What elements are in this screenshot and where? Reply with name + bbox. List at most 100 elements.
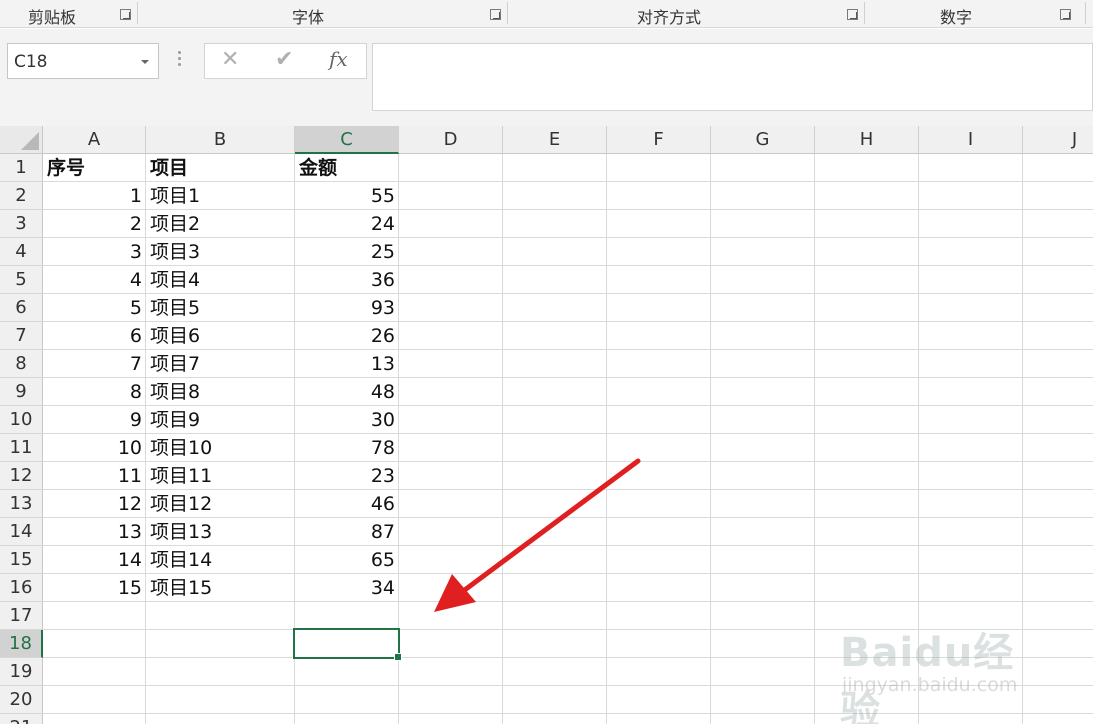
cell-item[interactable]: 项目4	[146, 266, 295, 294]
cell-seq[interactable]: 10	[43, 434, 146, 462]
cell-seq[interactable]: 3	[43, 238, 146, 266]
cell-item[interactable]: 项目7	[146, 350, 295, 378]
row-header-20[interactable]: 20	[0, 686, 43, 714]
ribbon-group-label: 对齐方式	[637, 8, 702, 27]
cell-amount[interactable]: 46	[295, 490, 399, 518]
cell-amount[interactable]: 13	[295, 350, 399, 378]
cell-item[interactable]: 项目15	[146, 574, 295, 602]
cell-header-item[interactable]: 项目	[146, 154, 295, 182]
cell-seq[interactable]: 14	[43, 546, 146, 574]
cell-item[interactable]: 项目3	[146, 238, 295, 266]
ribbon-separator	[1085, 2, 1086, 24]
column-header-i[interactable]: I	[919, 126, 1023, 154]
cell-seq[interactable]: 9	[43, 406, 146, 434]
cell-amount[interactable]: 65	[295, 546, 399, 574]
cell-seq[interactable]: 5	[43, 294, 146, 322]
row-header-19[interactable]: 19	[0, 658, 43, 686]
cell-item[interactable]: 项目12	[146, 490, 295, 518]
cell-seq[interactable]: 1	[43, 182, 146, 210]
ribbon-group-font: 字体	[138, 0, 507, 28]
cell-amount[interactable]: 34	[295, 574, 399, 602]
column-header-f[interactable]: F	[607, 126, 711, 154]
row-header-12[interactable]: 12	[0, 462, 43, 490]
cell-header-seq[interactable]: 序号	[43, 154, 146, 182]
column-header-h[interactable]: H	[815, 126, 919, 154]
cancel-icon[interactable]: ✕	[221, 47, 239, 72]
cell-seq[interactable]: 6	[43, 322, 146, 350]
row-header-3[interactable]: 3	[0, 210, 43, 238]
cell-item[interactable]: 项目5	[146, 294, 295, 322]
row-header-16[interactable]: 16	[0, 574, 43, 602]
cell-item[interactable]: 项目11	[146, 462, 295, 490]
cell-seq[interactable]: 8	[43, 378, 146, 406]
row-header-11[interactable]: 11	[0, 434, 43, 462]
cell-amount[interactable]: 24	[295, 210, 399, 238]
row-header-18[interactable]: 18	[0, 630, 43, 658]
formula-input[interactable]	[372, 43, 1093, 111]
row-header-5[interactable]: 5	[0, 266, 43, 294]
name-box[interactable]: C18	[7, 43, 159, 79]
cell-item[interactable]: 项目8	[146, 378, 295, 406]
grip-dots-icon[interactable]	[178, 51, 182, 71]
cell-seq[interactable]: 12	[43, 490, 146, 518]
column-header-g[interactable]: G	[711, 126, 815, 154]
row-header-1[interactable]: 1	[0, 154, 43, 182]
row-header-8[interactable]: 8	[0, 350, 43, 378]
cell-seq[interactable]: 4	[43, 266, 146, 294]
column-header-j[interactable]: J	[1023, 126, 1093, 154]
cell-item[interactable]: 项目1	[146, 182, 295, 210]
column-header-c[interactable]: C	[295, 126, 399, 154]
insert-function-icon[interactable]: fx	[329, 47, 348, 71]
cell-amount[interactable]: 87	[295, 518, 399, 546]
select-all-button[interactable]	[0, 126, 43, 154]
chevron-down-icon[interactable]	[141, 60, 149, 64]
dialog-launcher-icon[interactable]	[120, 9, 131, 20]
cell-seq[interactable]: 2	[43, 210, 146, 238]
cell-seq[interactable]: 11	[43, 462, 146, 490]
dialog-launcher-icon[interactable]	[1060, 9, 1071, 20]
cell-amount[interactable]: 25	[295, 238, 399, 266]
cell-item[interactable]: 项目9	[146, 406, 295, 434]
cell-seq[interactable]: 13	[43, 518, 146, 546]
cell-amount[interactable]: 30	[295, 406, 399, 434]
row-header-15[interactable]: 15	[0, 546, 43, 574]
cell-amount[interactable]: 26	[295, 322, 399, 350]
cell-seq[interactable]: 15	[43, 574, 146, 602]
row-header-21[interactable]: 21	[0, 714, 43, 724]
active-cell-selection[interactable]	[293, 628, 402, 661]
row-header-13[interactable]: 13	[0, 490, 43, 518]
watermark-logo: Baidu经验	[840, 630, 1015, 724]
cell-item[interactable]: 项目2	[146, 210, 295, 238]
column-header-d[interactable]: D	[399, 126, 503, 154]
enter-check-icon[interactable]: ✔	[275, 47, 293, 72]
row-header-7[interactable]: 7	[0, 322, 43, 350]
column-header-e[interactable]: E	[503, 126, 607, 154]
cell-amount[interactable]: 48	[295, 378, 399, 406]
row-header-10[interactable]: 10	[0, 406, 43, 434]
row-header-4[interactable]: 4	[0, 238, 43, 266]
cell-amount[interactable]: 36	[295, 266, 399, 294]
cell-item[interactable]: 项目14	[146, 546, 295, 574]
cell-amount[interactable]: 93	[295, 294, 399, 322]
grid-line	[814, 154, 815, 724]
row-header-17[interactable]: 17	[0, 602, 43, 630]
ribbon-group-alignment: 对齐方式	[508, 0, 864, 28]
cell-item[interactable]: 项目6	[146, 322, 295, 350]
cell-seq[interactable]: 7	[43, 350, 146, 378]
row-header-14[interactable]: 14	[0, 518, 43, 546]
cell-amount[interactable]: 23	[295, 462, 399, 490]
cell-item[interactable]: 项目13	[146, 518, 295, 546]
cell-header-amount[interactable]: 金额	[295, 154, 399, 182]
column-headers: ABCDEFGHIJ	[43, 126, 1093, 154]
name-box-value: C18	[14, 52, 48, 72]
dialog-launcher-icon[interactable]	[490, 9, 501, 20]
row-header-2[interactable]: 2	[0, 182, 43, 210]
cell-amount[interactable]: 78	[295, 434, 399, 462]
dialog-launcher-icon[interactable]	[847, 9, 858, 20]
column-header-b[interactable]: B	[146, 126, 295, 154]
row-header-9[interactable]: 9	[0, 378, 43, 406]
row-header-6[interactable]: 6	[0, 294, 43, 322]
cell-item[interactable]: 项目10	[146, 434, 295, 462]
cell-amount[interactable]: 55	[295, 182, 399, 210]
column-header-a[interactable]: A	[43, 126, 146, 154]
